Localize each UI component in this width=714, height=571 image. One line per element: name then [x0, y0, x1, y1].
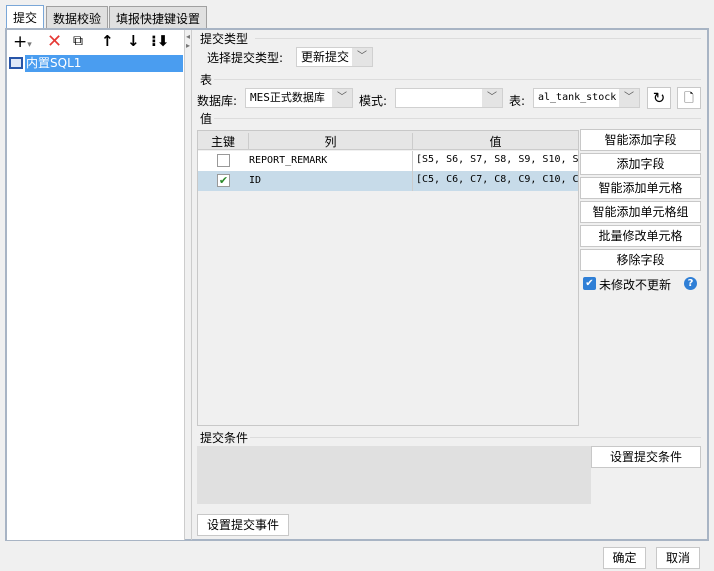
set-submit-event-button[interactable]: 设置提交事件: [197, 514, 289, 536]
copy-icon[interactable]: ⧉: [73, 33, 83, 49]
condition-section-title: 提交条件: [200, 431, 249, 445]
set-condition-button[interactable]: 设置提交条件: [591, 446, 701, 468]
no-update-checkbox[interactable]: ✔: [583, 277, 596, 290]
chevron-down-icon: ﹀: [332, 89, 352, 107]
add-icon[interactable]: +▾: [13, 32, 32, 52]
table-label: 表:: [509, 94, 526, 108]
preview-button[interactable]: 🗋: [677, 87, 701, 109]
submit-type-value: 更新提交: [301, 50, 350, 64]
primary-key-checkbox[interactable]: [217, 154, 230, 167]
cancel-button[interactable]: 取消: [656, 547, 700, 569]
delete-icon[interactable]: ✕: [47, 31, 62, 52]
value-cell[interactable]: [S5, S6, S7, S8, S9, S10, S11, ...: [412, 151, 578, 171]
database-value: MES正式数据库: [250, 91, 325, 104]
refresh-button[interactable]: ↻: [647, 87, 671, 109]
header-value: 值: [412, 133, 578, 150]
smart-add-cell-group-button[interactable]: 智能添加单元格组: [580, 201, 701, 223]
tab-shortcut-settings[interactable]: 填报快捷键设置: [109, 6, 208, 28]
remove-field-button[interactable]: 移除字段: [580, 249, 701, 271]
chevron-down-icon: ﹀: [619, 89, 639, 107]
tab-submit[interactable]: 提交: [6, 5, 45, 29]
collapse-splitter[interactable]: ◂ ▸: [186, 32, 190, 50]
table-header: 主键 列 值: [198, 131, 578, 150]
no-update-label: 未修改不更新: [599, 278, 672, 292]
column-cell: REPORT_REMARK: [249, 155, 328, 166]
table-row[interactable]: REPORT_REMARK [S5, S6, S7, S8, S9, S10, …: [198, 151, 578, 171]
batch-modify-cells-button[interactable]: 批量修改单元格: [580, 225, 701, 247]
chevron-down-icon: ﹀: [352, 48, 372, 66]
primary-key-checkbox[interactable]: ✔: [217, 174, 230, 187]
header-key: 主键: [210, 135, 235, 149]
table-select[interactable]: al_tank_stock ﹀: [533, 88, 640, 108]
database-select[interactable]: MES正式数据库 ﹀: [245, 88, 353, 108]
table-row[interactable]: ✔ ID [C5, C6, C7, C8, C9, C10, C11, ...: [198, 171, 578, 191]
smart-add-field-button[interactable]: 智能添加字段: [580, 129, 701, 151]
sql-list-panel: +▾ ✕ ⧉ ↑ ↓ ⁝⬇ 内置SQL1: [7, 30, 185, 540]
submit-type-select[interactable]: 更新提交 ﹀: [296, 47, 373, 67]
move-up-icon[interactable]: ↑: [101, 32, 114, 50]
search-document-icon: 🗋: [684, 91, 694, 105]
value-cell[interactable]: [C5, C6, C7, C8, C9, C10, C11, ...: [412, 171, 578, 191]
table-section-title: 表: [200, 73, 213, 87]
schema-select[interactable]: ﹀: [395, 88, 503, 108]
tree-item-label: 内置SQL1: [25, 55, 183, 72]
values-section-title: 值: [200, 112, 213, 126]
submit-type-label: 选择提交类型:: [207, 51, 284, 65]
schema-label: 模式:: [359, 94, 388, 108]
fields-table: 主键 列 值 REPORT_REMARK [S5, S6, S7, S8, S9…: [197, 130, 579, 426]
column-cell: ID: [249, 175, 262, 186]
move-down-icon[interactable]: ↓: [127, 32, 140, 50]
move-bottom-icon[interactable]: ⁝⬇: [151, 32, 169, 50]
add-field-button[interactable]: 添加字段: [580, 153, 701, 175]
smart-add-cell-button[interactable]: 智能添加单元格: [580, 177, 701, 199]
help-icon[interactable]: ?: [684, 277, 697, 290]
tree-item-sql1[interactable]: 内置SQL1: [7, 55, 185, 72]
table-value: al_tank_stock: [538, 92, 617, 103]
database-label: 数据库:: [197, 94, 238, 108]
ok-button[interactable]: 确定: [603, 547, 646, 569]
sql-icon: [9, 57, 23, 69]
refresh-icon: ↻: [652, 89, 666, 107]
submit-type-title: 提交类型: [200, 32, 249, 46]
header-column: 列: [248, 133, 412, 150]
condition-display: [197, 446, 591, 504]
tab-data-validation[interactable]: 数据校验: [46, 6, 109, 28]
chevron-down-icon: ﹀: [482, 89, 502, 107]
